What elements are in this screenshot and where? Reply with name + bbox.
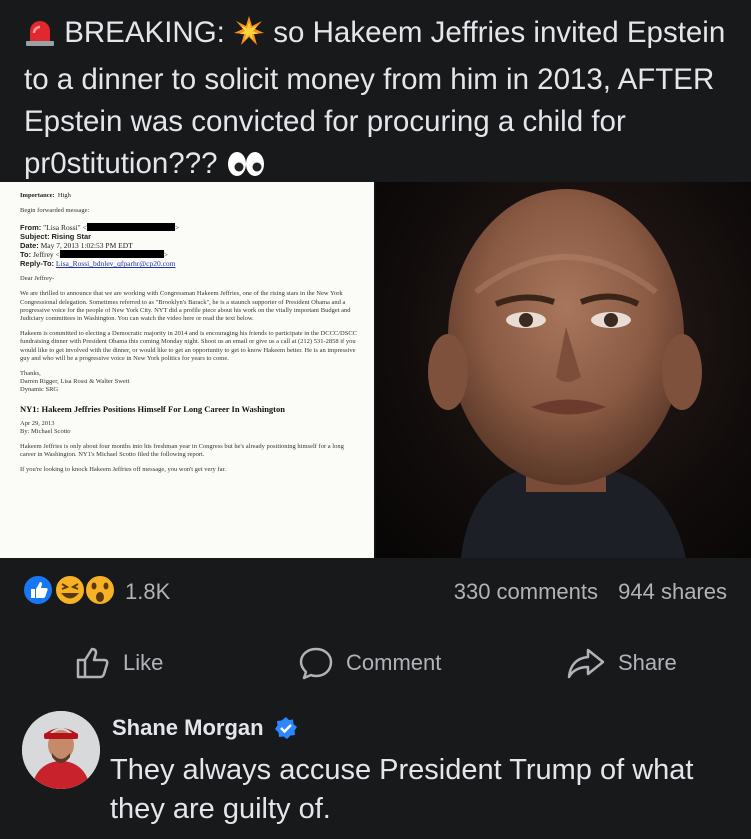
thumbs-up-icon — [76, 647, 109, 679]
doc-article-meta: Apr 29, 2013 By: Michael Scotto — [20, 420, 360, 436]
doc-forwarded: Begin forwarded message: — [20, 207, 90, 214]
post-stats: 1.8K 330 comments 944 shares — [0, 566, 751, 614]
verified-badge-icon — [274, 717, 297, 739]
doc-to-value: Jeffrey < — [32, 250, 60, 260]
comment-label: Comment — [346, 650, 442, 675]
comment-button[interactable]: Comment — [298, 646, 441, 680]
doc-from: From: "Lisa Rossi" < > — [20, 223, 180, 233]
doc-date-label: Date: — [20, 241, 39, 251]
portrait-photo[interactable] — [376, 182, 751, 558]
comment-text: They always accuse President Trump of wh… — [110, 754, 694, 825]
redaction-bar — [86, 223, 175, 232]
comment-author[interactable]: Shane Morgan — [112, 715, 298, 741]
comments-count[interactable]: 330 comments — [454, 579, 598, 604]
redaction-bar — [59, 250, 164, 259]
like-button[interactable]: Like — [75, 646, 163, 680]
share-label: Share — [618, 650, 677, 675]
doc-to: To: Jeffrey < > — [20, 250, 169, 260]
doc-importance: Importance: High — [20, 192, 360, 200]
wow-reaction-icon — [84, 574, 116, 606]
like-label: Like — [123, 650, 164, 675]
speech-bubble-icon — [299, 647, 333, 680]
portrait-illustration — [428, 189, 702, 558]
doc-signature: Thanks, Darren Rigger, Lisa Rossi & Walt… — [20, 370, 360, 395]
doc-date: Date: May 7, 2013 1:02:53 PM EDT — [20, 241, 360, 250]
doc-para1: We are thrilled to announce that we are … — [20, 290, 351, 323]
share-arrow-icon — [567, 648, 605, 679]
doc-from-label: From: — [20, 223, 42, 233]
doc-from-value: "Lisa Rossi" < — [43, 223, 87, 233]
doc-subject: Subject: Rising Star — [20, 232, 360, 241]
doc-replyto-link: Lisa_Rossi_bdnlev_qfparhr@cp20.com — [55, 259, 176, 269]
engagement-counts: 330 comments 944 shares — [454, 579, 727, 605]
email-document-image[interactable]: Importance: High Begin forwarded message… — [0, 182, 374, 558]
post-text: BREAKING: so Hakeem Jeffries invited Eps… — [24, 12, 736, 190]
explosion-icon — [233, 15, 265, 59]
reaction-summary[interactable] — [22, 574, 118, 606]
reactions-count[interactable]: 1.8K — [125, 579, 170, 605]
like-reaction-icon — [22, 574, 54, 606]
doc-para2: Hakeem is committed to electing a Democr… — [20, 330, 358, 362]
doc-para4: If you're looking to knock Hakeem Jeffri… — [20, 466, 226, 474]
doc-byline: By: Michael Scotto — [20, 427, 71, 435]
doc-importance-value: High — [57, 192, 71, 199]
share-button[interactable]: Share — [566, 646, 677, 680]
comment-item: Shane Morgan They always accuse Presiden… — [0, 705, 751, 839]
haha-reaction-icon — [54, 574, 86, 606]
doc-importance-label: Importance: — [20, 192, 55, 199]
doc-date-value: May 7, 2013 1:02:53 PM EDT — [40, 241, 133, 251]
doc-thanks: Thanks, — [20, 370, 41, 378]
shares-count[interactable]: 944 shares — [618, 579, 727, 604]
siren-icon — [24, 17, 56, 59]
doc-para3: Hakeem Jeffries is only about four month… — [20, 443, 344, 459]
doc-replyto: Reply-To: Lisa_Rossi_bdnlev_qfparhr@cp20… — [20, 259, 360, 268]
post-media[interactable]: Importance: High Begin forwarded message… — [0, 182, 751, 558]
doc-org: Dynamic SRG — [20, 386, 59, 394]
doc-headline: NY1: Hakeem Jeffries Positions Himself F… — [20, 403, 285, 414]
avatar[interactable] — [22, 711, 100, 789]
action-bar: Like Comment Share — [0, 638, 751, 686]
doc-article-date: Apr 29, 2013 — [20, 419, 55, 427]
doc-subject-label: Subject: — [20, 232, 50, 242]
post-prefix: BREAKING: — [64, 16, 225, 49]
doc-to-label: To: — [20, 250, 32, 260]
doc-signers: Darren Rigger, Lisa Rossi & Walter Swett — [20, 378, 130, 386]
comment-author-name: Shane Morgan — [112, 715, 264, 740]
doc-greeting: Dear Jeffrey- — [20, 275, 55, 283]
doc-replyto-label: Reply-To: — [20, 259, 55, 269]
doc-subject-value: Rising Star — [51, 232, 92, 242]
